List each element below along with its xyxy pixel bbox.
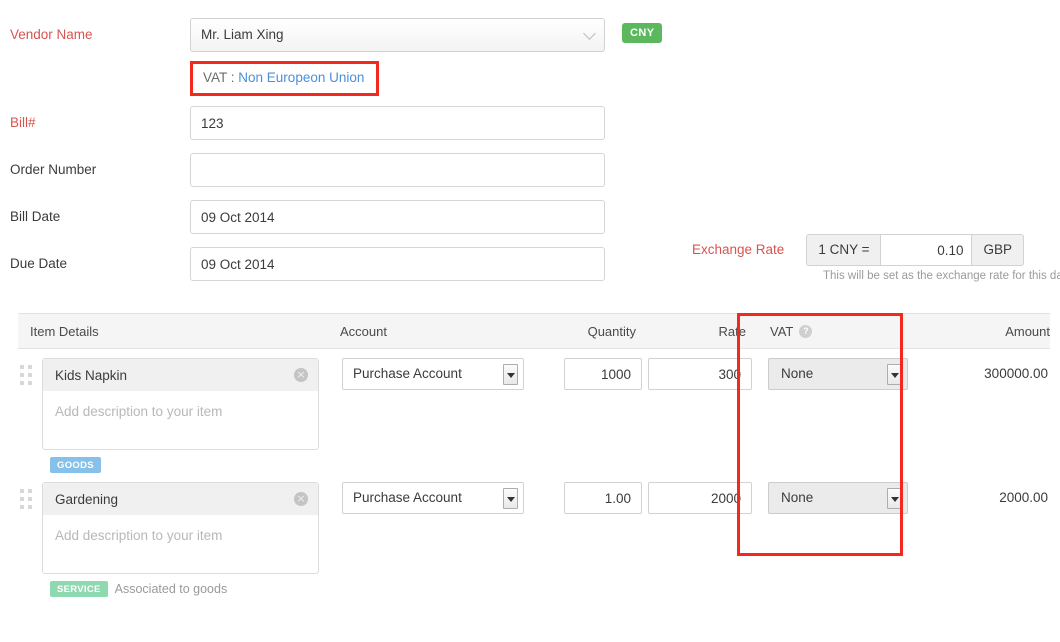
- exchange-rate-label: Exchange Rate: [692, 234, 784, 266]
- column-header-quantity: Quantity: [528, 324, 648, 339]
- item-name-value: Gardening: [55, 492, 294, 507]
- account-cell: Purchase Account: [328, 482, 528, 597]
- due-date-label: Due Date: [10, 247, 190, 281]
- bill-number-label: Bill#: [10, 106, 190, 140]
- vendor-name-field-wrap: Mr. Liam Xing: [190, 18, 605, 52]
- item-details-box: Kids Napkin × Add description to your it…: [42, 358, 319, 450]
- item-badge-line: GOODS: [42, 457, 328, 473]
- item-type-badge: SERVICE: [50, 581, 108, 597]
- column-header-amount: Amount: [923, 324, 1050, 339]
- exchange-rate-input-group: 1 CNY = GBP: [806, 234, 1024, 266]
- account-select[interactable]: Purchase Account: [342, 482, 524, 514]
- line-items-table: Item Details Account Quantity Rate VAT ?…: [18, 313, 1050, 597]
- caret-down-icon: [503, 488, 518, 509]
- column-header-vat: VAT ?: [758, 324, 923, 339]
- caret-down-icon: [887, 488, 902, 509]
- order-number-label: Order Number: [10, 153, 190, 187]
- vendor-name-label: Vendor Name: [10, 18, 190, 52]
- account-select[interactable]: Purchase Account: [342, 358, 524, 390]
- order-number-row: Order Number: [0, 153, 1060, 187]
- rate-cell: [648, 482, 758, 597]
- bill-date-row: Bill Date: [0, 200, 1060, 234]
- vendor-name-row: Vendor Name Mr. Liam Xing CNY: [0, 18, 1060, 52]
- drag-handle-icon[interactable]: [18, 482, 34, 597]
- order-number-input[interactable]: [190, 153, 605, 187]
- account-value: Purchase Account: [353, 366, 462, 381]
- vat-note-row: VAT : Non Europeon Union: [0, 61, 1060, 96]
- account-cell: Purchase Account: [328, 358, 528, 473]
- item-description-input[interactable]: Add description to your item: [43, 515, 318, 573]
- vendor-name-value: Mr. Liam Xing: [201, 27, 284, 42]
- rate-cell: [648, 358, 758, 473]
- vat-cell: None: [758, 482, 923, 597]
- quantity-cell: [528, 482, 648, 597]
- rate-input[interactable]: [648, 358, 752, 390]
- vat-select[interactable]: None: [768, 358, 908, 390]
- item-type-badge: GOODS: [50, 457, 101, 473]
- item-description-input[interactable]: Add description to your item: [43, 391, 318, 449]
- quantity-input[interactable]: [564, 358, 642, 390]
- exchange-rate-group: Exchange Rate 1 CNY = GBP This will be s…: [692, 234, 1024, 266]
- item-name-field[interactable]: Gardening ×: [43, 483, 318, 515]
- table-header-row: Item Details Account Quantity Rate VAT ?…: [18, 313, 1050, 349]
- exchange-rate-input[interactable]: [880, 234, 972, 266]
- vat-note-annotation: VAT : Non Europeon Union: [190, 61, 379, 96]
- currency-badge: CNY: [622, 23, 662, 43]
- rate-input[interactable]: [648, 482, 752, 514]
- vat-value: None: [781, 366, 813, 381]
- item-name-value: Kids Napkin: [55, 368, 294, 383]
- amount-value: 300000.00: [923, 358, 1050, 473]
- bill-number-input[interactable]: [190, 106, 605, 140]
- item-badge-line: SERVICE Associated to goods: [42, 581, 328, 597]
- vendor-name-select[interactable]: Mr. Liam Xing: [190, 18, 605, 52]
- column-header-vat-label: VAT: [770, 324, 793, 339]
- column-header-account: Account: [328, 324, 528, 339]
- drag-handle-icon[interactable]: [18, 358, 34, 473]
- bill-date-label: Bill Date: [10, 200, 190, 234]
- vat-select[interactable]: None: [768, 482, 908, 514]
- help-icon[interactable]: ?: [799, 325, 812, 338]
- chevron-down-icon: [583, 27, 596, 40]
- exchange-rate-suffix: GBP: [972, 234, 1024, 266]
- item-name-field[interactable]: Kids Napkin ×: [43, 359, 318, 391]
- clear-icon[interactable]: ×: [294, 368, 308, 382]
- bill-number-row: Bill#: [0, 106, 1060, 140]
- exchange-rate-hint: This will be set as the exchange rate fo…: [823, 270, 1060, 282]
- quantity-input[interactable]: [564, 482, 642, 514]
- account-value: Purchase Account: [353, 490, 462, 505]
- item-details-box: Gardening × Add description to your item: [42, 482, 319, 574]
- quantity-cell: [528, 358, 648, 473]
- caret-down-icon: [887, 364, 902, 385]
- column-header-rate: Rate: [648, 324, 758, 339]
- bill-date-input[interactable]: [190, 200, 605, 234]
- item-badge-note: Associated to goods: [115, 582, 228, 596]
- vat-note-label: VAT :: [203, 70, 235, 85]
- exchange-rate-prefix: 1 CNY =: [806, 234, 880, 266]
- vat-cell: None: [758, 358, 923, 473]
- table-row: Kids Napkin × Add description to your it…: [18, 349, 1050, 473]
- table-row: Gardening × Add description to your item…: [18, 473, 1050, 597]
- item-details-cell: Kids Napkin × Add description to your it…: [34, 358, 328, 473]
- vat-note-spacer: [10, 61, 190, 96]
- caret-down-icon: [503, 364, 518, 385]
- amount-value: 2000.00: [923, 482, 1050, 597]
- item-details-cell: Gardening × Add description to your item…: [34, 482, 328, 597]
- due-date-input[interactable]: [190, 247, 605, 281]
- column-header-item-details: Item Details: [18, 324, 328, 339]
- vat-note-link[interactable]: Non Europeon Union: [238, 70, 364, 85]
- clear-icon[interactable]: ×: [294, 492, 308, 506]
- vat-value: None: [781, 490, 813, 505]
